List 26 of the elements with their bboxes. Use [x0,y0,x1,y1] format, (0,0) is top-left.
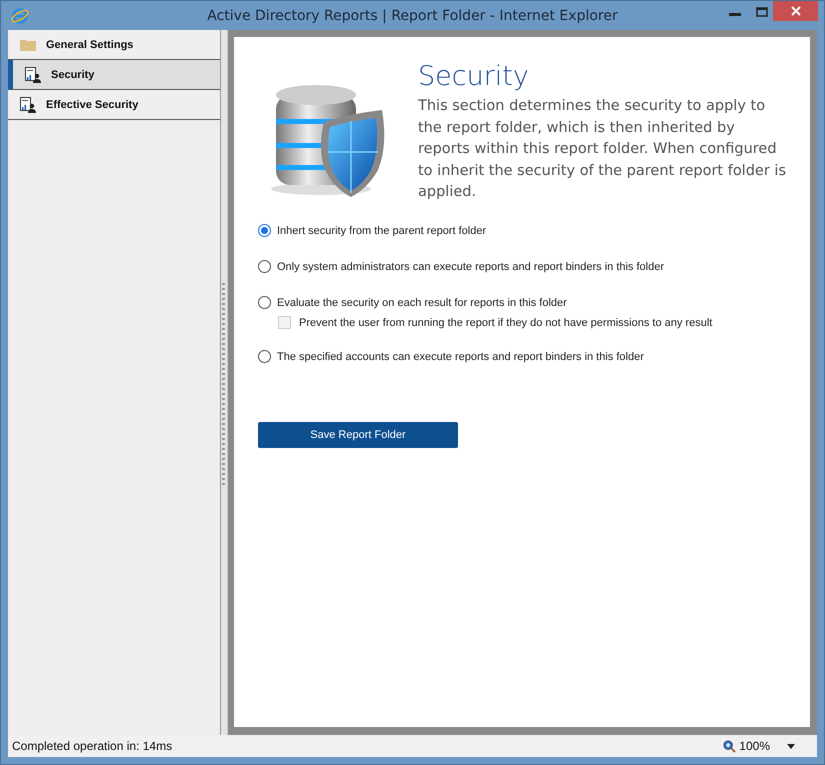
option-label: Evaluate the security on each result for reports in this folder [277,296,567,308]
window-title: Active Directory Reports | Report Folder - Internet Explorer [206,8,619,24]
report-user-icon [20,96,36,112]
radio-button[interactable] [258,296,271,309]
option-label: Only system administrators can execute reports and report binders in this folder [277,260,664,272]
splitter-handle[interactable] [221,30,228,735]
option-label: Prevent the user from running the report if they do not have permissions to any result [299,316,712,328]
save-button[interactable]: Save Report Folder [258,422,458,448]
section-description: This section determines the security to apply to the report folder, which is then inherited by reports within this report folder. When configured to inherit the security of the parent report folder is applied. [418,97,786,202]
option-label: The specified accounts can execute reports and report binders in this folder [277,350,644,362]
status-text: Completed operation in: 14ms [12,739,172,753]
caret-icon[interactable] [787,744,795,748]
radio-button[interactable] [258,260,271,273]
option-label: Inhert security from the parent report folder [277,224,486,236]
maximize-icon[interactable] [756,7,768,17]
section-title: Security [418,61,530,92]
folder-icon [20,38,36,50]
zoom-icon [723,740,736,752]
report-user-icon [25,66,41,82]
radio-button[interactable] [258,350,271,363]
zoom-level[interactable]: 100% [739,739,770,753]
radio-button[interactable] [258,224,271,237]
close-icon [790,6,800,16]
sidebar-item[interactable]: Security [8,60,220,90]
browser-logo-icon [11,7,29,25]
close-button[interactable] [773,1,818,21]
